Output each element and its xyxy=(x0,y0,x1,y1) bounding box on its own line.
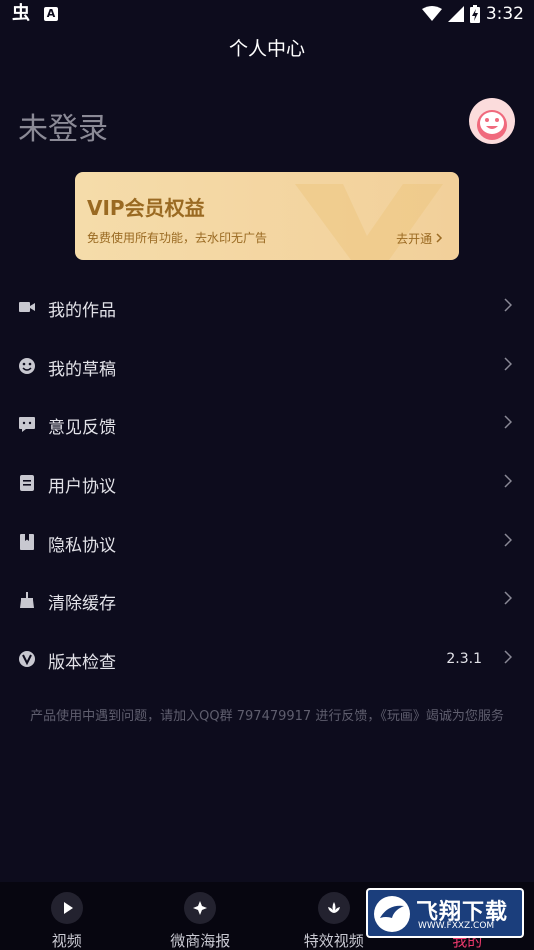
chevron-right-icon xyxy=(504,650,512,664)
tab-poster[interactable]: 微商海报 xyxy=(134,882,268,950)
menu-item-label: 意见反馈 xyxy=(48,418,116,439)
version-number: 2.3.1 xyxy=(446,651,482,668)
menu-item-version-check[interactable]: 版本检查 2.3.1 xyxy=(0,630,534,689)
battery-icon xyxy=(469,5,480,23)
smiley-icon xyxy=(19,357,35,374)
signal-icon xyxy=(447,6,464,22)
chevron-right-icon xyxy=(504,591,512,605)
support-note: 产品使用中遇到问题，请加入QQ群 797479917 进行反馈，《玩画》竭诚为您… xyxy=(30,709,504,724)
site-watermark-badge: 飞翔下载 WWW.FXXZ.COM xyxy=(366,888,524,938)
lotus-icon xyxy=(317,892,350,924)
version-v-icon xyxy=(19,651,35,668)
video-camera-icon xyxy=(19,302,35,312)
menu-item-label: 版本检查 xyxy=(48,653,116,674)
a-icon: A xyxy=(44,7,58,21)
chevron-right-icon xyxy=(504,298,512,312)
status-bar: 虫 A 3:32 xyxy=(0,0,534,28)
chevron-right-icon xyxy=(504,415,512,429)
vip-card[interactable]: VIP会员权益 免费使用所有功能，去水印无广告 去开通 xyxy=(75,172,459,260)
menu-item-clear-cache[interactable]: 清除缓存 xyxy=(0,571,534,630)
login-status-label[interactable]: 未登录 xyxy=(18,104,108,148)
vip-v-watermark-icon xyxy=(295,184,443,260)
tab-video[interactable]: 视频 xyxy=(0,882,134,950)
tab-label: 视频 xyxy=(51,932,82,950)
document-icon xyxy=(20,475,34,492)
menu-item-user-agreement[interactable]: 用户协议 xyxy=(0,454,534,513)
menu-list: 我的作品 我的草稿 意见反馈 用户协议 隐私协议 清除缓存 版本检查 2.3.1 xyxy=(0,278,534,689)
sparkle-icon xyxy=(184,892,217,924)
page-title: 个人中心 xyxy=(228,38,305,60)
bird-logo-icon xyxy=(374,896,410,932)
menu-item-label: 我的作品 xyxy=(48,301,116,321)
broom-icon xyxy=(20,592,34,609)
avatar[interactable] xyxy=(469,98,515,144)
watermark-url: WWW.FXXZ.COM xyxy=(418,921,495,931)
vip-description: 免费使用所有功能，去水印无广告 xyxy=(87,231,268,245)
menu-item-label: 用户协议 xyxy=(48,477,116,498)
menu-item-label: 清除缓存 xyxy=(48,594,116,615)
chevron-right-icon xyxy=(504,474,512,488)
play-icon xyxy=(50,892,83,924)
menu-item-my-drafts[interactable]: 我的草稿 xyxy=(0,337,534,396)
menu-item-my-works[interactable]: 我的作品 xyxy=(0,278,534,337)
bug-icon: 虫 xyxy=(12,3,30,24)
status-right-icons: 3:32 xyxy=(421,4,524,24)
menu-item-label: 隐私协议 xyxy=(48,535,116,556)
vip-title: VIP会员权益 xyxy=(87,196,205,220)
chevron-right-icon xyxy=(504,533,512,547)
menu-item-feedback[interactable]: 意见反馈 xyxy=(0,395,534,454)
vip-activate-label: 去开通 xyxy=(396,232,433,246)
bookmark-icon xyxy=(20,533,34,550)
vip-activate-link[interactable]: 去开通 xyxy=(396,230,443,247)
chevron-right-icon xyxy=(504,357,512,371)
wifi-icon xyxy=(421,6,442,21)
avatar-face-icon xyxy=(477,110,507,140)
menu-item-privacy-policy[interactable]: 隐私协议 xyxy=(0,513,534,572)
tab-label: 微商海报 xyxy=(170,932,231,950)
status-left-icons: 虫 A xyxy=(12,4,58,24)
chat-icon xyxy=(19,417,35,433)
menu-item-label: 我的草稿 xyxy=(48,359,116,380)
chevron-right-icon xyxy=(436,233,443,243)
status-time: 3:32 xyxy=(485,4,524,24)
